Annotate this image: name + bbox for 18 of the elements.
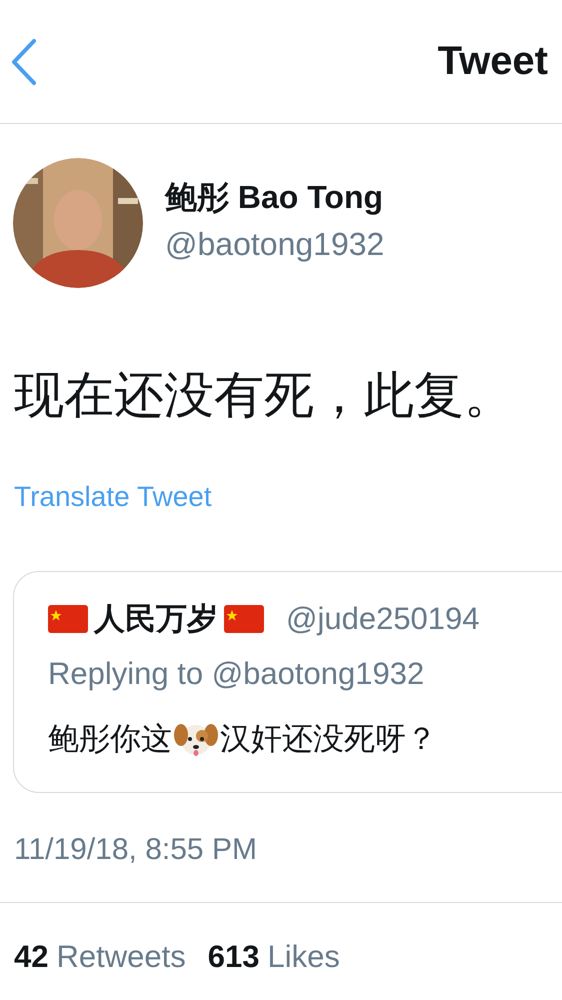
tweet-text: 现在还没有死，此复。 [13, 366, 515, 425]
flag-icon [224, 605, 264, 633]
author-handle[interactable]: @baotong1932 [165, 226, 384, 262]
quoted-tweet-text: 鲍彤你这 [48, 720, 172, 758]
stat-count[interactable]: 613 [208, 939, 260, 975]
stat-count[interactable]: 42 [14, 939, 48, 975]
back-icon[interactable] [10, 38, 38, 86]
author-name[interactable]: 鲍彤 Bao Tong [165, 176, 384, 220]
stat-label[interactable]: Likes [267, 939, 340, 975]
quoted-tweet-text: 汉奸还没死呀？ [220, 720, 437, 758]
stat-label[interactable]: Retweets [56, 939, 186, 975]
quoted-tweet-card[interactable]: 人民万岁 @jude250194 Replying to @baotong1932 鲍彤你这 汉奸还没死呀？ [13, 571, 562, 793]
replying-to-text: Replying to @baotong1932 [48, 656, 426, 692]
flag-icon [48, 605, 88, 633]
page-title: Tweet [438, 39, 548, 84]
quoted-author-handle[interactable]: @jude250194 [286, 601, 480, 637]
tweet-timestamp: 11/19/18, 8:55 PM [0, 793, 562, 903]
quoted-author-name[interactable]: 人民万岁 [94, 598, 218, 640]
